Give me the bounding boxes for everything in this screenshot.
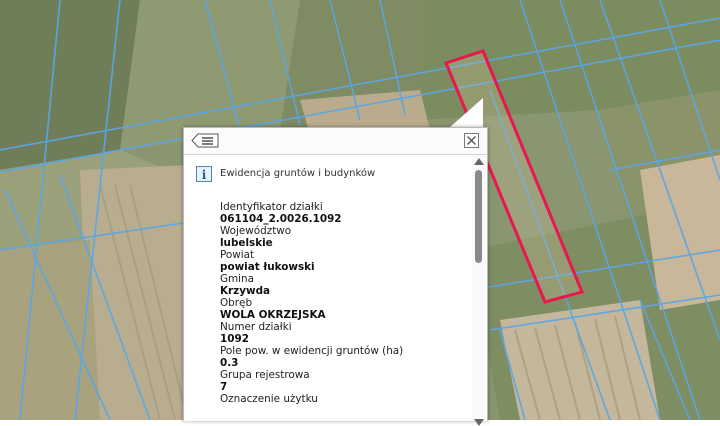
popup-scrollbar[interactable] (472, 155, 486, 426)
popup-pointer (449, 98, 483, 128)
attribute-value: powiat łukowski (220, 261, 315, 273)
attribute-label: Województwo (220, 225, 292, 237)
layer-title: Ewidencja gruntów i budynków (220, 168, 376, 179)
attribute-label: Oznaczenie użytku (220, 393, 318, 405)
attribute-list: Identyfikator działki 061104_2.0026.1092 W… (220, 201, 470, 417)
attribute-value (220, 405, 470, 417)
attribute-value: 7 (220, 381, 228, 393)
popup-header (184, 128, 487, 155)
attribute-label: Grupa rejestrowa (220, 369, 310, 381)
attribute-label: Identyfikator działki (220, 201, 323, 213)
close-icon[interactable] (464, 133, 479, 148)
feature-info-popup: i Ewidencja gruntów i budynków Identyfik… (183, 127, 488, 426)
attribute-label: Numer działki (220, 321, 292, 333)
scroll-down-arrow-icon[interactable] (474, 419, 484, 426)
attribute-value: 1092 (220, 333, 249, 345)
attribute-label: Powiat (220, 249, 255, 261)
attribute-label: Pole pow. w ewidencji gruntów (ha) (220, 345, 404, 357)
attribute-value: Krzywda (220, 285, 271, 297)
scrollbar-thumb[interactable] (475, 170, 482, 263)
attribute-label: Obręb (220, 297, 253, 309)
scroll-up-arrow-icon[interactable] (474, 158, 484, 165)
popup-content[interactable]: i Ewidencja gruntów i budynków Identyfik… (184, 155, 472, 421)
attribute-value: lubelskie (220, 237, 273, 249)
info-icon: i (196, 166, 212, 182)
attribute-value: WOLA OKRZEJSKA (220, 309, 326, 321)
list-icon[interactable] (191, 133, 219, 148)
attribute-label: Gmina (220, 273, 255, 285)
attribute-value: 061104_2.0026.1092 (220, 213, 342, 225)
attribute-value: 0.3 (220, 357, 239, 369)
